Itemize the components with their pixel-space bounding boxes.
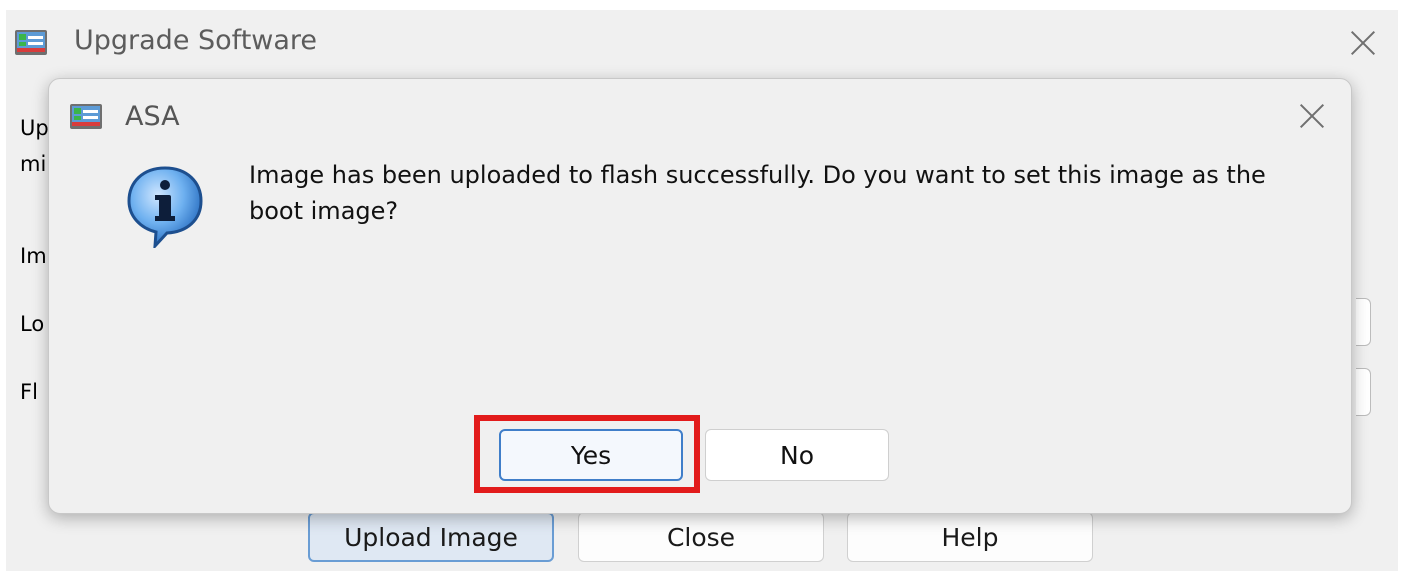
dialog-message: Image has been uploaded to flash success… bbox=[249, 161, 1266, 225]
peek-text-2: mi bbox=[20, 152, 47, 176]
close-button[interactable]: Close bbox=[578, 512, 824, 562]
local-file-input[interactable] bbox=[1356, 298, 1371, 346]
peek-text-3: Im bbox=[20, 244, 47, 268]
peek-text-4: Lo bbox=[20, 312, 45, 336]
asa-dialog: ASA Image has been uploaded to flash suc… bbox=[48, 78, 1352, 514]
close-icon[interactable] bbox=[1350, 30, 1376, 56]
upload-image-button[interactable]: Upload Image bbox=[308, 512, 554, 562]
info-icon bbox=[127, 166, 203, 248]
help-button[interactable]: Help bbox=[847, 512, 1093, 562]
peek-text-5: Fl bbox=[20, 380, 38, 404]
peek-text-1: Up bbox=[20, 116, 49, 140]
asa-app-icon bbox=[70, 104, 102, 129]
dialog-title: ASA bbox=[125, 101, 180, 132]
close-icon[interactable] bbox=[1299, 103, 1325, 129]
window-title: Upgrade Software bbox=[74, 25, 318, 56]
no-button[interactable]: No bbox=[705, 429, 889, 481]
flash-file-input[interactable] bbox=[1356, 368, 1371, 416]
title-bar: Upgrade Software bbox=[6, 10, 1398, 74]
asa-app-icon bbox=[15, 30, 47, 55]
yes-button-highlight bbox=[474, 415, 700, 493]
